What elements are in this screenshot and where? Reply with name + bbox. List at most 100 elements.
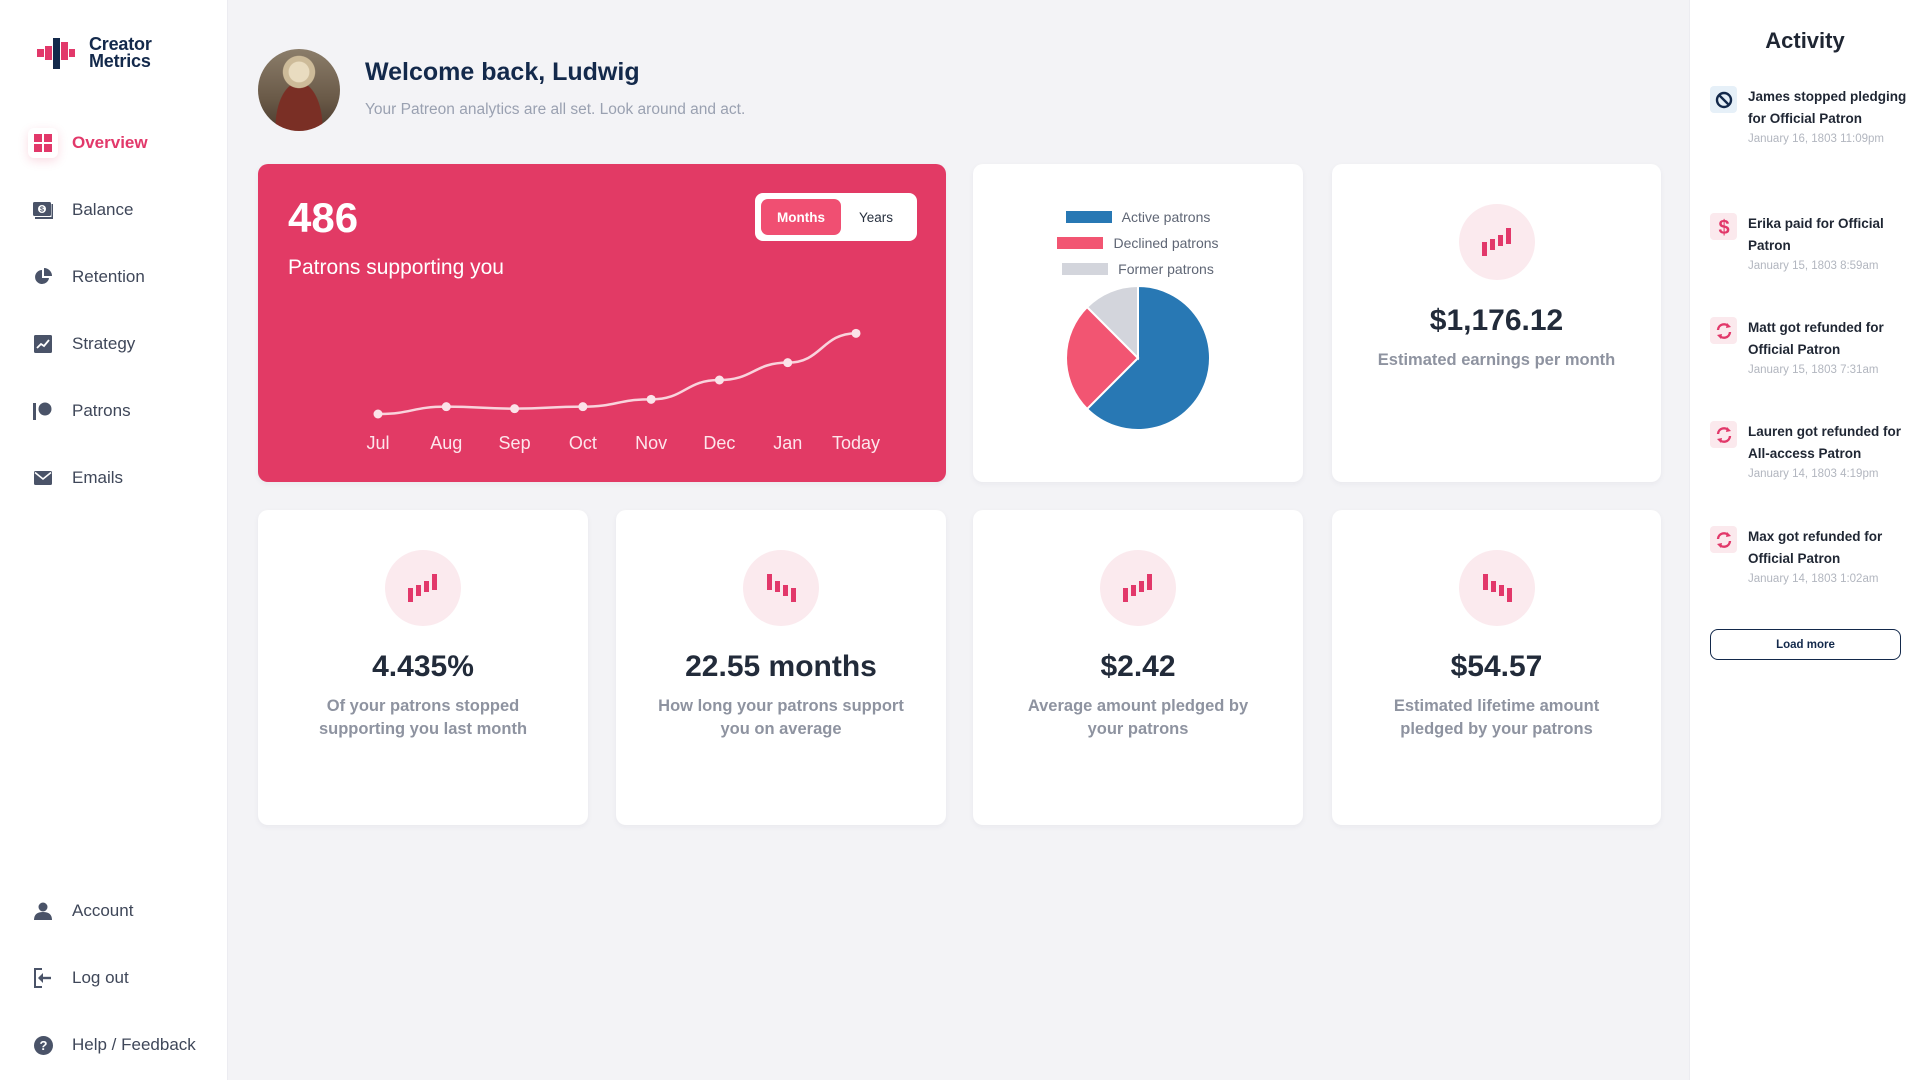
duration-desc: How long your patrons support you on ave… [658, 697, 904, 738]
lifetime-value: $54.57 [1450, 650, 1543, 683]
dollar-icon: $ [1710, 213, 1737, 240]
activity-title: Activity [1765, 28, 1845, 53]
refresh-icon [1710, 526, 1737, 553]
sidebar-item-label: Strategy [72, 334, 136, 353]
duration-card: 22.55 months How long your patrons suppo… [616, 510, 946, 825]
activity-item[interactable]: Max got refunded for Official Patron Jan… [1710, 526, 1910, 585]
sidebar-item-label: Account [72, 901, 134, 920]
legend-item-active[interactable]: Active patrons [973, 204, 1303, 230]
envelope-icon [28, 463, 58, 493]
legend-item-declined[interactable]: Declined patrons [973, 230, 1303, 256]
sidebar-item-label: Help / Feedback [72, 1035, 196, 1054]
patrons-data-point[interactable] [646, 394, 656, 404]
churn-card: 4.435% Of your patrons stopped supportin… [258, 510, 588, 825]
patrons-data-point[interactable] [441, 402, 451, 412]
legend-item-former[interactable]: Former patrons [973, 256, 1303, 282]
line-chart-icon [28, 329, 58, 359]
help-icon: ? [28, 1030, 58, 1060]
earnings-value: $1,176.12 [1429, 304, 1564, 337]
sidebar-item-label: Patrons [72, 401, 131, 420]
sidebar-item-patrons[interactable]: Patrons [28, 391, 131, 431]
patrons-data-point[interactable] [373, 409, 383, 419]
sidebar-item-overview[interactable]: Overview [28, 123, 148, 163]
trend-down-icon [1458, 550, 1535, 626]
activity-panel: Activity James stopped pledging for Offi… [1689, 0, 1920, 1080]
logout-icon [28, 963, 58, 993]
logo-icon [37, 36, 75, 70]
sidebar-item-strategy[interactable]: Strategy [28, 324, 135, 364]
activity-item[interactable]: Matt got refunded for Official Patron Ja… [1710, 317, 1910, 376]
sidebar: Creator Metrics Overview $ Balance Reten… [0, 0, 228, 1080]
activity-text: Matt got refunded for Official Patron [1748, 320, 1884, 357]
x-tick-label: Today [832, 433, 880, 453]
x-tick-label: Oct [569, 433, 597, 453]
activity-time: January 15, 1803 7:31am [1748, 364, 1879, 376]
pie-slice-declined[interactable] [1065, 305, 1140, 411]
patrons-data-point[interactable] [714, 375, 724, 385]
patreon-icon [28, 396, 58, 426]
legend-label: Former patrons [1118, 261, 1214, 277]
load-more-button[interactable]: Load more [1710, 629, 1901, 660]
avatar[interactable] [258, 49, 340, 131]
sidebar-item-balance[interactable]: $ Balance [28, 190, 133, 230]
ban-icon [1710, 86, 1737, 113]
activity-time: January 14, 1803 1:02am [1748, 573, 1879, 585]
x-tick-label: Jul [366, 433, 389, 453]
legend-label: Declined patrons [1113, 235, 1219, 251]
pie-slice-active[interactable] [1085, 284, 1211, 431]
patrons-card: 486 Patrons supporting you Months Years … [258, 164, 946, 482]
lifetime-card: $54.57 Estimated lifetime amount pledged… [1332, 510, 1661, 825]
legend-swatch-active [1065, 211, 1112, 223]
activity-item[interactable]: $ Erika paid for Official Patron January… [1710, 213, 1910, 272]
x-tick-label: Sep [499, 433, 531, 453]
sidebar-item-retention[interactable]: Retention [28, 257, 145, 297]
patrons-data-point[interactable] [851, 328, 861, 338]
patrons-data-point[interactable] [783, 358, 793, 368]
trend-up-icon [385, 550, 461, 626]
sidebar-item-label: Overview [72, 133, 148, 152]
activity-time: January 15, 1803 8:59am [1748, 260, 1879, 272]
svg-text:$: $ [40, 206, 44, 213]
x-tick-label: Nov [635, 433, 667, 453]
activity-text: Erika paid for Official Patron [1748, 216, 1884, 253]
app-name: Creator Metrics [89, 35, 152, 71]
activity-item[interactable]: Lauren got refunded for All-access Patro… [1710, 421, 1910, 480]
sidebar-item-label: Balance [72, 200, 134, 219]
activity-text: James stopped pledging for Official Patr… [1748, 89, 1907, 126]
trend-up-icon [1458, 204, 1535, 280]
sidebar-item-label: Emails [72, 468, 124, 487]
sidebar-item-logout[interactable]: Log out [28, 958, 129, 998]
sidebar-item-help[interactable]: ? Help / Feedback [28, 1025, 196, 1065]
activity-item[interactable]: James stopped pledging for Official Patr… [1710, 86, 1910, 145]
activity-time: January 16, 1803 11:09pm [1748, 133, 1884, 145]
lifetime-desc: Estimated lifetime amount pledged by you… [1393, 697, 1600, 738]
sidebar-item-emails[interactable]: Emails [28, 458, 123, 498]
patrons-series-line [377, 332, 857, 416]
duration-value: 22.55 months [685, 650, 877, 683]
avg-pledge-card: $2.42 Average amount pledged by your pat… [973, 510, 1303, 825]
app-name-line2: Metrics [89, 51, 151, 71]
activity-time: January 14, 1803 4:19pm [1748, 468, 1879, 480]
sidebar-item-account[interactable]: Account [28, 891, 133, 931]
x-tick-label: Jan [773, 433, 802, 453]
legend-label: Active patrons [1121, 209, 1211, 225]
activity-text: Max got refunded for Official Patron [1748, 529, 1883, 566]
avg-pledge-desc: Average amount pledged by your patrons [1027, 697, 1249, 738]
sidebar-item-label: Retention [72, 267, 145, 286]
avg-pledge-value: $2.42 [1100, 650, 1176, 683]
churn-value: 4.435% [372, 650, 474, 683]
app-logo[interactable]: Creator Metrics [37, 35, 152, 71]
sidebar-item-label: Log out [72, 968, 129, 987]
money-icon: $ [28, 195, 58, 225]
refresh-icon [1710, 421, 1737, 448]
refresh-icon [1710, 317, 1737, 344]
patrons-line-chart: Jul Aug Sep Oct Nov Dec Jan Today [366, 328, 880, 453]
pie-legend: Active patrons Declined patrons Former p… [973, 204, 1303, 282]
patrons-data-point[interactable] [578, 402, 588, 412]
activity-text: Lauren got refunded for All-access Patro… [1748, 424, 1901, 461]
pie-slice-former[interactable] [1085, 284, 1139, 361]
churn-desc: Of your patrons stopped supporting you l… [318, 697, 528, 738]
x-tick-label: Dec [703, 433, 735, 453]
x-tick-label: Aug [430, 433, 462, 453]
patrons-data-point[interactable] [510, 404, 520, 414]
